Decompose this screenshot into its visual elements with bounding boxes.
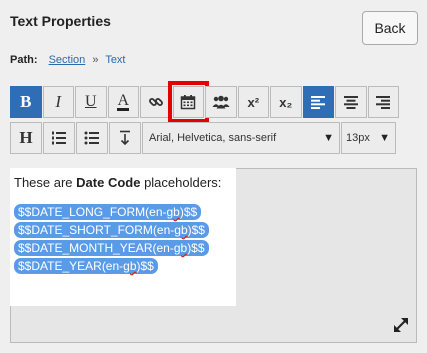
subscript-button[interactable]: x₂ (270, 86, 302, 118)
line-height-button[interactable] (109, 122, 141, 154)
font-size-value: 13px (346, 132, 370, 144)
line-height-icon (120, 130, 130, 146)
placeholder-chip[interactable]: $$DATE_YEAR(en-gb)$$ (14, 258, 158, 274)
bold-icon: B (20, 92, 32, 111)
editor-content[interactable]: These are Date Code placeholders: $$DATE… (10, 168, 236, 306)
text-color-icon: A (117, 91, 130, 111)
align-center-button[interactable] (335, 86, 367, 118)
chip-text: $$DATE_LONG_FORM(en- (18, 205, 167, 219)
chip-text: )$$ (179, 205, 198, 219)
align-right-button[interactable] (367, 86, 399, 118)
chip-text: )$$ (187, 241, 205, 255)
font-family-select[interactable]: Arial, Helvetica, sans-serif ▼ (142, 122, 340, 154)
heading-button[interactable]: H (10, 122, 42, 154)
chip-text: gb (166, 205, 180, 219)
users-button[interactable] (205, 86, 237, 118)
chevron-down-icon: ▼ (323, 132, 334, 144)
users-icon (212, 95, 230, 109)
chip-text: )$$ (136, 259, 154, 273)
font-family-value: Arial, Helvetica, sans-serif (149, 132, 277, 144)
page-title: Text Properties (10, 13, 111, 29)
date-code-button[interactable] (167, 81, 209, 123)
align-right-icon (376, 96, 391, 109)
bullet-list-icon (84, 131, 99, 145)
chip-text: gb (123, 259, 137, 273)
bullet-list-button[interactable] (76, 122, 108, 154)
expand-icon[interactable] (392, 316, 410, 334)
italic-button[interactable]: I (42, 86, 74, 118)
intro-after: placeholders: (140, 175, 222, 190)
placeholder-chip[interactable]: $$DATE_SHORT_FORM(en-gb)$$ (14, 222, 209, 238)
align-center-icon (343, 96, 358, 109)
intro-text: These are Date Code placeholders: (14, 175, 236, 190)
align-left-button[interactable] (302, 86, 334, 118)
breadcrumb-separator: » (92, 54, 99, 66)
ordered-list-button[interactable] (43, 122, 75, 154)
chip-text: $$DATE_SHORT_FORM(en- (18, 223, 175, 237)
superscript-icon: x² (247, 94, 260, 110)
chip-text: )$$ (187, 223, 205, 237)
path-label: Path: (10, 54, 38, 66)
toolbar-row-2: H Arial, Helvetica, sans-serif ▼ 13px ▼ (10, 122, 400, 156)
chip-text: gb (174, 223, 188, 237)
chip-text: gb (173, 241, 188, 255)
text-color-button[interactable]: A (107, 86, 139, 118)
chevron-down-icon: ▼ (379, 132, 390, 144)
placeholder-chip[interactable]: $$DATE_LONG_FORM(en-gb)$$ (14, 204, 202, 220)
subscript-icon: x₂ (279, 94, 293, 110)
chip-text: $$DATE_MONTH_YEAR(en- (18, 241, 174, 255)
intro-before: These are (14, 175, 77, 190)
toolbar-row-1: B I U A x² x₂ (10, 81, 400, 123)
intro-bold: Date Code (76, 175, 141, 190)
calendar-icon (181, 95, 196, 110)
underline-button[interactable]: U (75, 86, 107, 118)
superscript-button[interactable]: x² (237, 86, 269, 118)
breadcrumb-current: Text (105, 54, 126, 66)
back-button[interactable]: Back (362, 11, 418, 45)
font-size-select[interactable]: 13px ▼ (341, 122, 396, 154)
breadcrumb: Path: Section » Text (10, 54, 126, 66)
bold-button[interactable]: B (10, 86, 42, 118)
ordered-list-icon (52, 131, 66, 145)
breadcrumb-section-link[interactable]: Section (49, 54, 86, 66)
align-left-icon (311, 96, 326, 109)
placeholder-chip[interactable]: $$DATE_MONTH_YEAR(en-gb)$$ (14, 240, 209, 256)
heading-icon: H (19, 128, 33, 147)
link-icon (148, 98, 163, 106)
chip-text: $$DATE_YEAR(en- (18, 259, 124, 273)
underline-icon: U (84, 93, 97, 110)
italic-icon: I (55, 92, 62, 111)
